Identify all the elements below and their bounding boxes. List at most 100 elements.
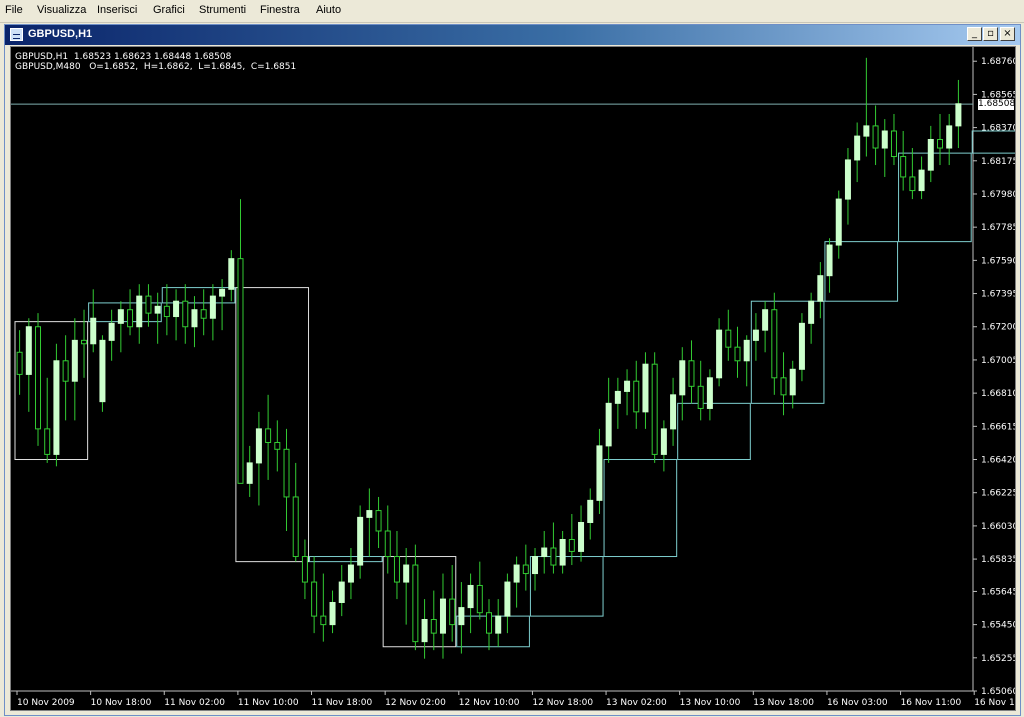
candle-body bbox=[835, 198, 842, 246]
candle-body bbox=[918, 169, 925, 192]
y-tick-label: 1.67590 bbox=[981, 256, 1015, 266]
x-tick-label: 12 Nov 10:00 bbox=[459, 698, 520, 708]
candle-body bbox=[688, 360, 695, 387]
candle-body bbox=[338, 581, 345, 603]
candle-body bbox=[16, 351, 23, 375]
x-tick-label: 13 Nov 10:00 bbox=[680, 698, 741, 708]
window-title: GBPUSD,H1 bbox=[28, 28, 93, 40]
y-tick-label: 1.67980 bbox=[981, 190, 1015, 200]
title-bar[interactable]: GBPUSD,H1 _ ▫ × bbox=[5, 25, 1020, 45]
close-button[interactable]: × bbox=[1000, 27, 1015, 41]
candle-body bbox=[191, 309, 198, 328]
candle-body bbox=[347, 564, 354, 583]
m480-box bbox=[898, 152, 972, 243]
candle-body bbox=[329, 601, 336, 626]
candle-body bbox=[559, 539, 566, 566]
candle-body bbox=[375, 510, 382, 532]
candle-body bbox=[163, 305, 170, 318]
candle-body bbox=[780, 377, 787, 396]
candle-body bbox=[642, 363, 649, 413]
candle-body bbox=[136, 295, 143, 328]
candle-body bbox=[752, 329, 759, 341]
candle-body bbox=[228, 258, 235, 290]
candle-body bbox=[844, 159, 851, 200]
candle-body bbox=[596, 445, 603, 501]
candle-body bbox=[762, 309, 769, 331]
menu-file[interactable]: File bbox=[5, 4, 23, 16]
candle-body bbox=[890, 130, 897, 158]
x-tick-label: 16 Nov 03:00 bbox=[827, 698, 888, 708]
candle-body bbox=[237, 258, 244, 484]
x-tick-label: 13 Nov 18:00 bbox=[753, 698, 814, 708]
y-tick-label: 1.66420 bbox=[981, 456, 1015, 466]
menu-inserisci[interactable]: Inserisci bbox=[97, 4, 137, 16]
menu-strumenti[interactable]: Strumenti bbox=[199, 4, 246, 16]
candle-body bbox=[117, 309, 124, 324]
m480-box bbox=[824, 241, 899, 302]
menu-finestra[interactable]: Finestra bbox=[260, 4, 300, 16]
candle-body bbox=[854, 135, 861, 161]
x-tick-label: 10 Nov 18:00 bbox=[91, 698, 152, 708]
minimize-button[interactable]: _ bbox=[967, 27, 982, 41]
candle-body bbox=[384, 530, 391, 558]
candle-body bbox=[412, 564, 419, 643]
candle-body bbox=[145, 295, 152, 314]
candle-body bbox=[513, 564, 520, 583]
m480-box bbox=[677, 402, 751, 461]
candle-body bbox=[403, 564, 410, 583]
candle-body bbox=[955, 103, 962, 127]
candle-body bbox=[292, 496, 299, 558]
m480-box bbox=[603, 459, 678, 558]
candle-body bbox=[35, 326, 42, 430]
candle-body bbox=[71, 339, 78, 382]
candle-body bbox=[274, 441, 281, 450]
restore-button[interactable]: ▫ bbox=[983, 27, 998, 41]
candle-body bbox=[366, 510, 373, 518]
m480-box bbox=[309, 556, 383, 563]
x-tick-label: 10 Nov 2009 bbox=[17, 698, 75, 708]
y-tick-label: 1.65835 bbox=[981, 555, 1015, 565]
candle-body bbox=[734, 346, 741, 362]
x-tick-label: 12 Nov 18:00 bbox=[532, 698, 593, 708]
candle-body bbox=[670, 394, 677, 430]
candle-body bbox=[255, 428, 262, 464]
candle-body bbox=[532, 556, 539, 575]
menu-grafici[interactable]: Grafici bbox=[153, 4, 185, 16]
candle-body bbox=[798, 322, 805, 370]
candle-body bbox=[25, 326, 32, 375]
x-tick-label: 16 Nov 11:00 bbox=[901, 698, 962, 708]
candle-body bbox=[881, 130, 888, 149]
info-line-h1: GBPUSD,H1 1.68523 1.68623 1.68448 1.6850… bbox=[15, 52, 232, 62]
menu-visualizza[interactable]: Visualizza bbox=[37, 4, 86, 16]
candle-body bbox=[393, 556, 400, 583]
candle-body bbox=[421, 619, 428, 643]
candle-body bbox=[578, 521, 585, 552]
x-tick-label: 13 Nov 02:00 bbox=[606, 698, 667, 708]
candle-body bbox=[660, 428, 667, 455]
x-tick-label: 11 Nov 18:00 bbox=[312, 698, 373, 708]
y-tick-label: 1.66225 bbox=[981, 489, 1015, 499]
m480-box bbox=[529, 556, 604, 617]
m480-box bbox=[971, 130, 1015, 154]
y-tick-label: 1.68175 bbox=[981, 157, 1015, 167]
y-tick-label: 1.65060 bbox=[981, 687, 1015, 697]
candle-body bbox=[826, 244, 833, 277]
menu-aiuto[interactable]: Aiuto bbox=[316, 4, 341, 16]
chart-area[interactable]: 1.68760 1.68565 1.68370 1.68175 1.67980 1.677… bbox=[10, 46, 1016, 711]
candle-body bbox=[743, 339, 750, 362]
candle-body bbox=[486, 612, 492, 634]
y-tick-label: 1.65450 bbox=[981, 621, 1015, 631]
candle-body bbox=[624, 380, 631, 392]
y-tick-label: 1.67395 bbox=[981, 290, 1015, 300]
candle-body bbox=[808, 300, 815, 324]
candle-body bbox=[633, 380, 640, 413]
candle-body bbox=[154, 305, 161, 314]
candle-body bbox=[439, 598, 446, 634]
info-line-m480: GBPUSD,M480 O=1.6852, H=1.6862, L=1.6845… bbox=[15, 62, 297, 72]
m480-box bbox=[456, 615, 530, 648]
price-chart[interactable]: 1.687601.685651.683701.681751.679801.677… bbox=[11, 47, 1015, 710]
candle-body bbox=[927, 139, 934, 171]
candle-body bbox=[200, 309, 207, 319]
candle-body bbox=[127, 309, 134, 328]
candle-body bbox=[53, 360, 60, 455]
